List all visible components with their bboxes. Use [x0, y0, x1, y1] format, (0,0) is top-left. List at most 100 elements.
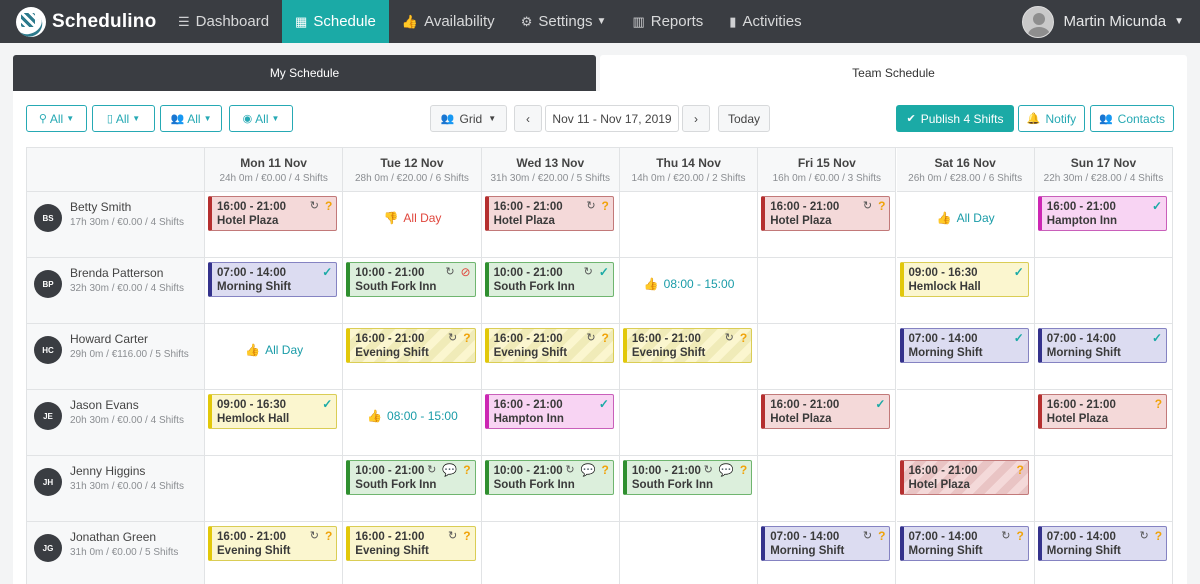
repeat-icon: ↻: [862, 200, 873, 212]
schedule-cell[interactable]: 16:00 - 21:00 Evening Shift ↻?: [343, 324, 482, 390]
schedule-cell[interactable]: [758, 324, 897, 390]
employee-cell[interactable]: JG Jonathan Green 31h 0m / €0.00 / 5 Shift…: [27, 522, 205, 584]
shift-card[interactable]: 16:00 - 21:00 Evening Shift ↻?: [346, 328, 476, 363]
schedule-cell[interactable]: 16:00 - 21:00 Evening Shift ↻?: [205, 522, 344, 584]
shift-card[interactable]: 09:00 - 16:30 Hemlock Hall ✓: [208, 394, 338, 429]
schedule-cell[interactable]: [1034, 456, 1174, 522]
schedule-cell[interactable]: 10:00 - 21:00 South Fork Inn ↻ 💬?: [481, 456, 620, 522]
next-week-button[interactable]: ›: [682, 105, 710, 132]
shift-card[interactable]: 07:00 - 14:00 Morning Shift ↻?: [899, 526, 1029, 561]
shift-card[interactable]: 16:00 - 21:00 Hotel Plaza?: [899, 460, 1029, 495]
shift-card[interactable]: 10:00 - 21:00 South Fork Inn ↻ 💬?: [622, 460, 753, 495]
schedule-cell[interactable]: [896, 390, 1035, 456]
employee-cell[interactable]: BP Brenda Patterson 32h 30m / €0.00 / 4 Sh…: [27, 258, 205, 324]
schedule-cell[interactable]: 16:00 - 21:00 Evening Shift ↻?: [619, 324, 759, 390]
nav-settings[interactable]: ⚙ Settings ▼: [508, 0, 620, 43]
schedule-cell[interactable]: [758, 258, 897, 324]
shift-card[interactable]: 16:00 - 21:00 Evening Shift ↻?: [622, 328, 753, 363]
users-filter[interactable]: 👥 All ▼: [160, 105, 222, 132]
schedule-cell[interactable]: 👍 08:00 - 15:00: [619, 258, 759, 324]
publish-shifts-button[interactable]: ✔ Publish 4 Shifts: [896, 105, 1014, 132]
schedule-cell[interactable]: [619, 192, 759, 258]
schedule-cell[interactable]: 16:00 - 21:00 Evening Shift ↻?: [481, 324, 620, 390]
view-select[interactable]: 👥 Grid ▼: [430, 105, 507, 132]
nav-reports[interactable]: ▥ Reports: [619, 0, 716, 43]
schedule-cell[interactable]: 16:00 - 21:00 Hotel Plaza?: [896, 456, 1035, 522]
schedule-cell[interactable]: 16:00 - 21:00 Hotel Plaza ↻?: [758, 192, 897, 258]
shift-card[interactable]: 16:00 - 21:00 Hotel Plaza ✓: [761, 394, 891, 429]
user-menu[interactable]: Martin Micunda ▼: [1021, 0, 1184, 43]
tab-my-schedule[interactable]: My Schedule: [13, 55, 596, 91]
tab-team-schedule[interactable]: Team Schedule: [600, 55, 1187, 91]
date-range[interactable]: Nov 11 - Nov 17, 2019: [545, 105, 679, 132]
shift-card[interactable]: 10:00 - 21:00 South Fork Inn ↻ 💬?: [484, 460, 614, 495]
shift-card[interactable]: 07:00 - 14:00 Morning Shift ✓: [1037, 328, 1168, 363]
nav-activities[interactable]: ▮ Activities: [716, 0, 814, 43]
shift-card[interactable]: 16:00 - 21:00 Hampton Inn ✓: [1037, 196, 1168, 231]
notify-button[interactable]: 🔔 Notify: [1018, 105, 1085, 132]
schedule-cell[interactable]: 07:00 - 14:00 Morning Shift ↻?: [897, 522, 1035, 584]
shift-card[interactable]: 16:00 - 21:00 Evening Shift ↻?: [346, 526, 476, 561]
schedule-cell[interactable]: 👍 All Day: [205, 324, 344, 390]
employee-cell[interactable]: JH Jenny Higgins 31h 30m / €0.00 / 4 Shift…: [27, 456, 205, 522]
schedule-cell[interactable]: 09:00 - 16:30 Hemlock Hall ✓: [205, 390, 344, 456]
shift-card[interactable]: 10:00 - 21:00 South Fork Inn ↻ 💬?: [346, 460, 476, 495]
contacts-button[interactable]: 👥 Contacts: [1090, 105, 1174, 132]
shift-card[interactable]: 10:00 - 21:00 South Fork Inn ↻ ⊘: [346, 262, 476, 297]
schedule-cell[interactable]: 07:00 - 14:00 Morning Shift ✓: [896, 324, 1035, 390]
schedule-cell[interactable]: 👎 All Day: [343, 192, 482, 258]
schedule-cell[interactable]: 👍 All Day: [896, 192, 1035, 258]
employee-cell[interactable]: BS Betty Smith 17h 30m / €0.00 / 4 Shifts: [27, 192, 205, 258]
comment-icon[interactable]: 💬: [719, 463, 734, 477]
shift-card[interactable]: 16:00 - 21:00 Hotel Plaza ↻?: [761, 196, 891, 231]
nav-availability[interactable]: 👍 Availability: [389, 0, 508, 43]
shift-card[interactable]: 10:00 - 21:00 South Fork Inn ↻ ✓: [484, 262, 614, 297]
shift-card[interactable]: 09:00 - 16:30 Hemlock Hall ✓: [899, 262, 1029, 297]
brand[interactable]: Schedulino: [0, 0, 165, 43]
comment-icon[interactable]: 💬: [581, 463, 596, 477]
schedule-cell[interactable]: 10:00 - 21:00 South Fork Inn ↻ 💬?: [343, 456, 482, 522]
nav-schedule[interactable]: ▦ Schedule: [282, 0, 389, 43]
visibility-filter[interactable]: ◉ All ▼: [229, 105, 293, 132]
schedule-cell[interactable]: 10:00 - 21:00 South Fork Inn ↻ 💬?: [619, 456, 759, 522]
schedule-cell[interactable]: 10:00 - 21:00 South Fork Inn ↻ ⊘: [343, 258, 482, 324]
schedule-cell[interactable]: 16:00 - 21:00 Hotel Plaza ↻?: [205, 192, 344, 258]
schedule-cell[interactable]: 👍 08:00 - 15:00: [343, 390, 482, 456]
schedule-cell[interactable]: 16:00 - 21:00 Hotel Plaza ↻?: [481, 192, 620, 258]
schedule-cell[interactable]: [205, 456, 344, 522]
shift-card[interactable]: 16:00 - 21:00 Evening Shift ↻?: [208, 526, 338, 561]
schedule-cell[interactable]: 16:00 - 21:00 Hotel Plaza ✓: [758, 390, 897, 456]
shift-card[interactable]: 07:00 - 14:00 Morning Shift ↻?: [761, 526, 891, 561]
schedule-cell[interactable]: 07:00 - 14:00 Morning Shift ✓: [205, 258, 344, 324]
shift-card[interactable]: 16:00 - 21:00 Evening Shift ↻?: [484, 328, 614, 363]
shift-card[interactable]: 16:00 - 21:00 Hotel Plaza?: [1037, 394, 1168, 429]
schedule-cell[interactable]: [758, 456, 897, 522]
employee-cell[interactable]: JE Jason Evans 20h 30m / €0.00 / 4 Shifts: [27, 390, 205, 456]
location-filter[interactable]: ⚲ All ▼: [26, 105, 87, 132]
nav-dashboard[interactable]: ☰ Dashboard: [165, 0, 282, 43]
schedule-cell[interactable]: [482, 522, 620, 584]
schedule-cell[interactable]: 07:00 - 14:00 Morning Shift ↻?: [1035, 522, 1174, 584]
document-filter[interactable]: ▯ All ▼: [92, 105, 155, 132]
today-button[interactable]: Today: [718, 105, 770, 132]
schedule-cell[interactable]: 16:00 - 21:00 Hampton Inn ✓: [481, 390, 620, 456]
prev-week-button[interactable]: ‹: [514, 105, 542, 132]
schedule-cell[interactable]: 10:00 - 21:00 South Fork Inn ↻ ✓: [481, 258, 620, 324]
schedule-cell[interactable]: 16:00 - 21:00 Evening Shift ↻?: [343, 522, 482, 584]
schedule-cell[interactable]: 09:00 - 16:30 Hemlock Hall ✓: [896, 258, 1035, 324]
shift-card[interactable]: 16:00 - 21:00 Hampton Inn ✓: [484, 394, 614, 429]
shift-card[interactable]: 16:00 - 21:00 Hotel Plaza ↻?: [484, 196, 614, 231]
schedule-cell[interactable]: [1034, 258, 1174, 324]
schedule-cell[interactable]: 16:00 - 21:00 Hampton Inn ✓: [1034, 192, 1174, 258]
shift-card[interactable]: 07:00 - 14:00 Morning Shift ↻?: [1037, 526, 1168, 561]
employee-cell[interactable]: HC Howard Carter 29h 0m / €116.00 / 5 Shif…: [27, 324, 205, 390]
schedule-cell[interactable]: [619, 390, 759, 456]
schedule-cell[interactable]: [620, 522, 759, 584]
shift-card[interactable]: 07:00 - 14:00 Morning Shift ✓: [899, 328, 1029, 363]
schedule-cell[interactable]: 07:00 - 14:00 Morning Shift ✓: [1034, 324, 1174, 390]
comment-icon[interactable]: 💬: [442, 463, 457, 477]
schedule-cell[interactable]: 16:00 - 21:00 Hotel Plaza?: [1034, 390, 1174, 456]
shift-card[interactable]: 07:00 - 14:00 Morning Shift ✓: [208, 262, 338, 297]
shift-card[interactable]: 16:00 - 21:00 Hotel Plaza ↻?: [208, 196, 338, 231]
schedule-cell[interactable]: 07:00 - 14:00 Morning Shift ↻?: [758, 522, 897, 584]
